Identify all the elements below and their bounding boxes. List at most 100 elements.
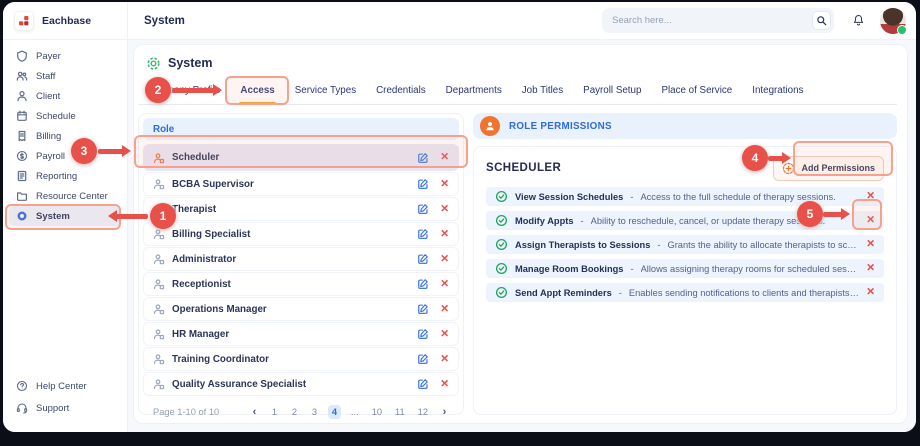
edit-role-icon[interactable] xyxy=(417,152,429,164)
separator: - xyxy=(630,192,633,202)
edit-role-icon[interactable] xyxy=(417,353,429,365)
tab-departments[interactable]: Departments xyxy=(436,79,512,104)
edit-role-icon[interactable] xyxy=(417,278,429,290)
remove-permission-icon[interactable]: ✕ xyxy=(866,215,875,226)
page-button[interactable]: 10 xyxy=(369,405,385,419)
sidebar-item-system[interactable]: System xyxy=(9,206,121,226)
delete-role-icon[interactable]: ✕ xyxy=(440,304,449,315)
sidebar-item-support[interactable]: Support xyxy=(9,400,121,416)
edit-role-icon[interactable] xyxy=(417,178,429,190)
check-circle-icon xyxy=(495,190,508,203)
search-icon[interactable] xyxy=(812,11,831,30)
brand-row: Eachbase xyxy=(3,2,127,40)
tab-company-profile[interactable]: Company Profile xyxy=(138,79,230,104)
page-button[interactable]: 1 xyxy=(268,405,281,419)
sidebar-item-resource-center[interactable]: Resource Center xyxy=(9,186,121,206)
pagination: Page 1-10 of 10 ‹ 1 2 3 4 ... 10 11 12 xyxy=(143,397,459,424)
app-window: Eachbase Payer Staff Client Schedule xyxy=(3,2,916,432)
edit-role-icon[interactable] xyxy=(417,228,429,240)
role-row[interactable]: BCBA Supervisor ✕ xyxy=(143,172,459,196)
permission-name: Manage Room Bookings xyxy=(515,264,623,274)
role-row[interactable]: Receptionist ✕ xyxy=(143,272,459,296)
remove-permission-icon[interactable]: ✕ xyxy=(866,287,875,298)
sidebar-item-label: Schedule xyxy=(36,111,76,122)
role-row[interactable]: HR Manager ✕ xyxy=(143,322,459,346)
delete-role-icon[interactable]: ✕ xyxy=(440,354,449,365)
add-permissions-button[interactable]: Add Permissions xyxy=(773,156,884,181)
delete-role-icon[interactable]: ✕ xyxy=(440,152,449,163)
person-badge-icon xyxy=(153,152,165,164)
chevron-left-icon[interactable]: ‹ xyxy=(248,404,261,420)
delete-role-icon[interactable]: ✕ xyxy=(440,379,449,390)
sidebar-item-schedule[interactable]: Schedule xyxy=(9,106,121,126)
role-row-scheduler[interactable]: Scheduler ✕ xyxy=(143,144,459,171)
plus-circle-icon xyxy=(782,162,795,175)
delete-role-icon[interactable]: ✕ xyxy=(440,179,449,190)
search-box xyxy=(602,8,834,33)
role-row[interactable]: Quality Assurance Specialist ✕ xyxy=(143,372,459,396)
role-row[interactable]: Operations Manager ✕ xyxy=(143,297,459,321)
edit-role-icon[interactable] xyxy=(417,253,429,265)
tab-payroll-setup[interactable]: Payroll Setup xyxy=(573,79,651,104)
check-circle-icon xyxy=(495,238,508,251)
tab-access[interactable]: Access xyxy=(230,79,284,104)
tab-place-of-service[interactable]: Place of Service xyxy=(651,79,742,104)
sidebar-item-billing[interactable]: Billing xyxy=(9,126,121,146)
chevron-right-icon[interactable]: › xyxy=(438,404,451,420)
sidebar-item-label: Staff xyxy=(36,71,55,82)
remove-permission-icon[interactable]: ✕ xyxy=(866,239,875,250)
role-row[interactable]: Billing Specialist ✕ xyxy=(143,222,459,246)
permission-row: View Session Schedules - Access to the f… xyxy=(486,187,884,206)
delete-role-icon[interactable]: ✕ xyxy=(440,229,449,240)
tab-service-types[interactable]: Service Types xyxy=(285,79,366,104)
permission-row: Send Appt Reminders - Enables sending no… xyxy=(486,283,884,302)
role-permissions-header: ROLE PERMISSIONS xyxy=(473,113,897,139)
role-name: BCBA Supervisor xyxy=(172,179,254,190)
remove-permission-icon[interactable]: ✕ xyxy=(866,191,875,202)
check-circle-icon xyxy=(495,286,508,299)
role-row[interactable]: Training Coordinator ✕ xyxy=(143,347,459,371)
content-area: System Company Profile Access Service Ty… xyxy=(128,40,916,432)
edit-role-icon[interactable] xyxy=(417,303,429,315)
edit-role-icon[interactable] xyxy=(417,378,429,390)
delete-role-icon[interactable]: ✕ xyxy=(440,279,449,290)
role-name: Receptionist xyxy=(172,279,231,290)
permission-name: Modify Appts xyxy=(515,216,574,226)
page-button[interactable]: 3 xyxy=(308,405,321,419)
edit-role-icon[interactable] xyxy=(417,203,429,215)
delete-role-icon[interactable]: ✕ xyxy=(440,254,449,265)
pagination-ellipsis: ... xyxy=(348,405,362,419)
person-badge-icon xyxy=(153,353,165,365)
page-button-active[interactable]: 4 xyxy=(328,405,341,419)
delete-role-icon[interactable]: ✕ xyxy=(440,329,449,340)
page-button[interactable]: 11 xyxy=(392,405,408,419)
sidebar-item-payer[interactable]: Payer xyxy=(9,46,121,66)
sidebar-item-payroll[interactable]: Payroll xyxy=(9,146,121,166)
separator: - xyxy=(581,216,584,226)
permission-description: Access to the full schedule of therapy s… xyxy=(640,192,835,202)
notifications-bell-icon[interactable] xyxy=(852,14,865,27)
sidebar-item-staff[interactable]: Staff xyxy=(9,66,121,86)
user-avatar[interactable] xyxy=(880,8,906,34)
permission-description: Ability to reschedule, cancel, or update… xyxy=(591,216,826,226)
role-row[interactable]: Therapist ✕ xyxy=(143,197,459,221)
remove-permission-icon[interactable]: ✕ xyxy=(866,263,875,274)
edit-role-icon[interactable] xyxy=(417,328,429,340)
separator: - xyxy=(619,288,622,298)
permission-description: Allows assigning therapy rooms for sched… xyxy=(641,264,860,274)
shield-icon xyxy=(16,50,28,62)
sidebar-item-client[interactable]: Client xyxy=(9,86,121,106)
receipt-icon xyxy=(16,130,28,142)
tab-credentials[interactable]: Credentials xyxy=(366,79,436,104)
role-row[interactable]: Administrator ✕ xyxy=(143,247,459,271)
sidebar-item-label: System xyxy=(36,211,70,222)
tab-job-titles[interactable]: Job Titles xyxy=(512,79,573,104)
search-input[interactable] xyxy=(612,15,812,26)
page-button[interactable]: 12 xyxy=(415,405,431,419)
delete-role-icon[interactable]: ✕ xyxy=(440,204,449,215)
separator: - xyxy=(630,264,633,274)
page-button[interactable]: 2 xyxy=(288,405,301,419)
sidebar-item-reporting[interactable]: Reporting xyxy=(9,166,121,186)
sidebar-item-help-center[interactable]: Help Center xyxy=(9,378,121,394)
tab-integrations[interactable]: Integrations xyxy=(742,79,813,104)
